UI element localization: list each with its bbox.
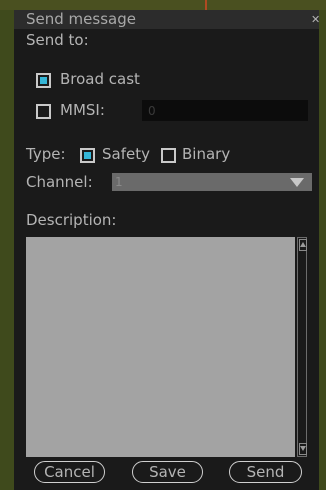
description-textarea[interactable] <box>26 237 295 457</box>
broadcast-label[interactable]: Broad cast <box>60 69 140 89</box>
cancel-button[interactable]: Cancel <box>34 461 105 483</box>
background-bar <box>0 0 326 10</box>
binary-checkbox[interactable] <box>161 148 176 163</box>
dialog-title: Send message <box>26 10 136 28</box>
description-scrollbar[interactable] <box>297 237 307 457</box>
mmsi-input[interactable] <box>142 100 308 121</box>
channel-label: Channel: <box>26 173 93 191</box>
channel-select[interactable]: 1 <box>112 173 312 191</box>
mmsi-checkbox[interactable] <box>36 104 51 119</box>
type-label: Type: <box>26 145 66 163</box>
safety-label[interactable]: Safety <box>102 144 150 164</box>
send-button[interactable]: Send <box>229 461 302 483</box>
scroll-down-icon[interactable] <box>299 443 307 455</box>
description-label: Description: <box>26 211 117 229</box>
scroll-up-icon[interactable] <box>299 239 307 251</box>
mmsi-label[interactable]: MMSI: <box>60 100 105 120</box>
dropdown-arrow-icon[interactable] <box>290 178 304 187</box>
channel-value: 1 <box>115 175 123 189</box>
binary-label[interactable]: Binary <box>182 144 230 164</box>
safety-checkbox[interactable] <box>80 148 95 163</box>
save-button[interactable]: Save <box>132 461 203 483</box>
send-message-dialog: Send message ✕ Send to: Broad cast MMSI:… <box>14 10 319 490</box>
send-to-label: Send to: <box>26 31 89 49</box>
close-icon[interactable]: ✕ <box>311 10 319 29</box>
broadcast-checkbox[interactable] <box>36 73 51 88</box>
background-marker <box>205 0 207 10</box>
dialog-titlebar: Send message ✕ <box>14 10 319 29</box>
